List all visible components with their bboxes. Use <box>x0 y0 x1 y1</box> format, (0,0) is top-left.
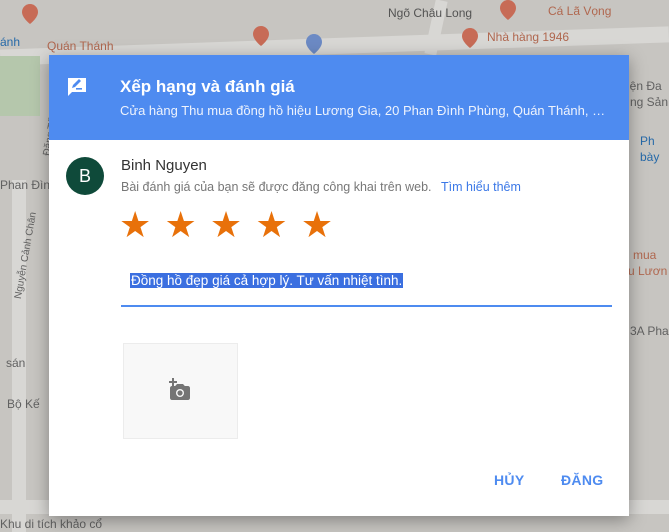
place-address: Cửa hàng Thu mua đồng hồ hiệu Lương Gia,… <box>120 103 610 118</box>
dialog-title: Xếp hạng và đánh giá <box>120 77 295 96</box>
avatar: B <box>66 157 104 195</box>
learn-more-link[interactable]: Tìm hiểu thêm <box>441 180 521 194</box>
star-rating: ★ ★ ★ ★ ★ <box>119 205 342 245</box>
review-textarea[interactable]: Đồng hồ đẹp giá cả hợp lý. Tư vấn nhiệt … <box>121 269 612 307</box>
star-4-icon[interactable]: ★ <box>255 205 296 245</box>
cancel-button[interactable]: HỦY <box>494 472 524 488</box>
star-1-icon[interactable]: ★ <box>119 205 160 245</box>
dialog-header: Xếp hạng và đánh giá Cửa hàng Thu mua đồ… <box>49 55 629 140</box>
review-edit-icon <box>68 78 86 96</box>
star-3-icon[interactable]: ★ <box>210 205 251 245</box>
review-text: Đồng hồ đẹp giá cả hợp lý. Tư vấn nhiệt … <box>130 273 404 288</box>
public-notice: Bài đánh giá của bạn sẽ được đăng công k… <box>121 180 521 194</box>
user-name: Binh Nguyen <box>121 157 207 174</box>
rating-dialog: Xếp hạng và đánh giá Cửa hàng Thu mua đồ… <box>49 55 629 516</box>
public-notice-text: Bài đánh giá của bạn sẽ được đăng công k… <box>121 180 432 194</box>
add-photo-icon <box>169 378 190 400</box>
star-2-icon[interactable]: ★ <box>164 205 205 245</box>
add-photo-button[interactable] <box>123 343 238 439</box>
star-5-icon[interactable]: ★ <box>301 205 342 245</box>
post-button[interactable]: ĐĂNG <box>561 472 603 488</box>
